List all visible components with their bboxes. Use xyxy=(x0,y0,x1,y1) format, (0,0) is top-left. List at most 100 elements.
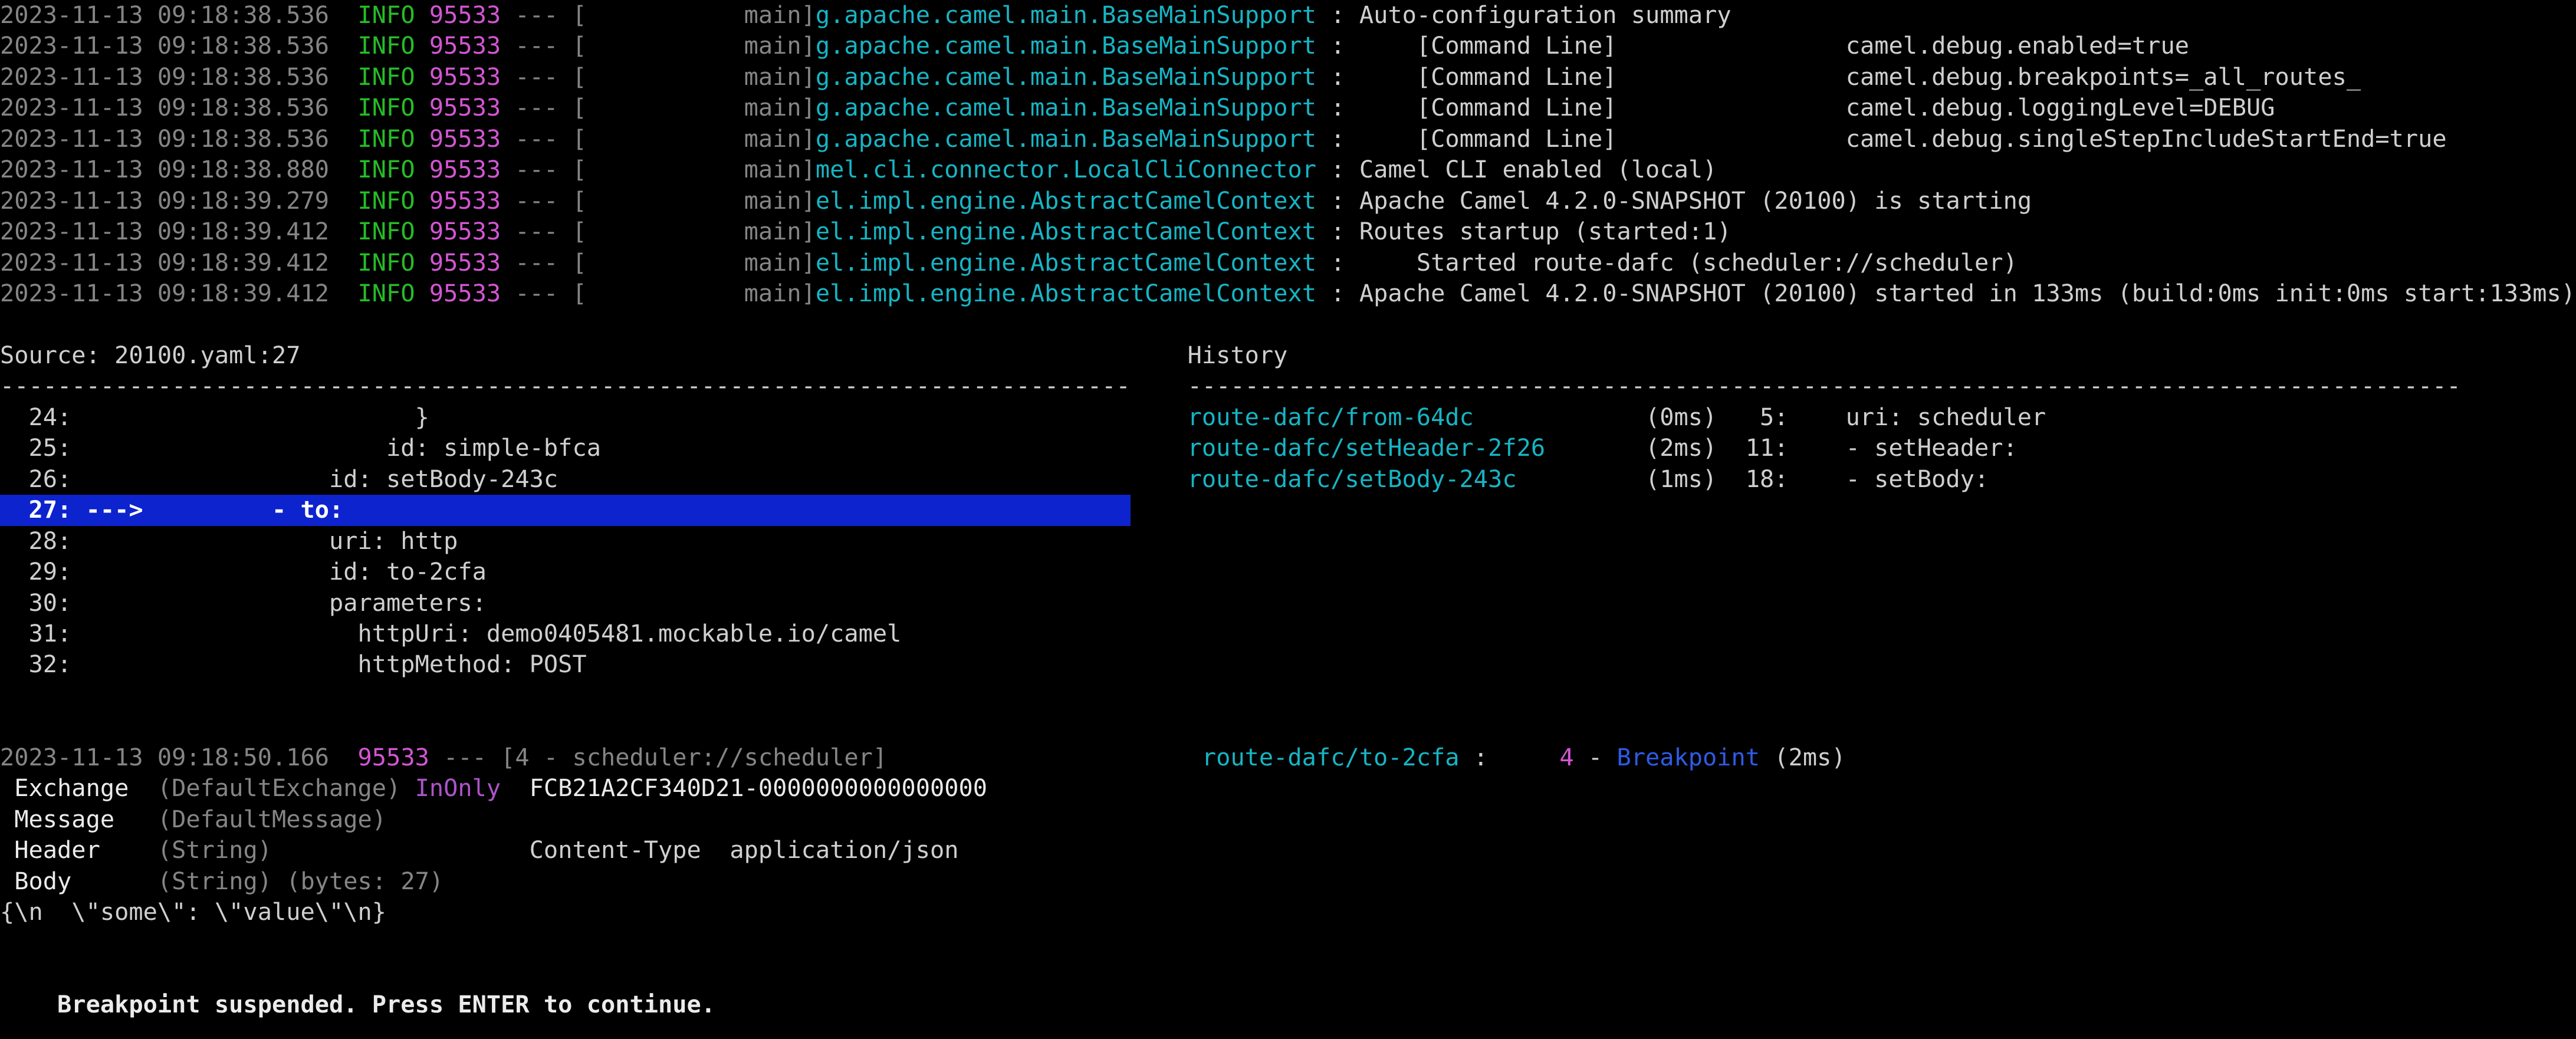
field-type: (String) xyxy=(157,836,272,864)
field-label: Message xyxy=(0,805,114,833)
thread-name: --- [ main] xyxy=(501,249,816,277)
thread-name: --- [4 - scheduler://scheduler] xyxy=(429,744,887,771)
panel-heading: History xyxy=(1188,341,1288,369)
source-code-line: 26: id: setBody-243c xyxy=(0,464,558,495)
process-id: 95533 xyxy=(429,249,501,277)
text-run xyxy=(415,249,429,277)
duration: (0ms) xyxy=(1645,403,1717,431)
terminal-screen[interactable]: 2023-11-13 09:18:38.536 INFO 95533 --- [… xyxy=(0,0,2576,1039)
text-run xyxy=(1488,744,1559,771)
exchange-log-line: 2023-11-13 09:18:50.166 95533 --- [4 - s… xyxy=(0,742,887,773)
thread-name: --- [ main] xyxy=(501,187,816,215)
body-content: {\n \"some\": \"value\"\n} xyxy=(0,898,386,926)
source-code-line: 28: uri: http xyxy=(0,526,458,557)
text-run xyxy=(329,249,358,277)
code-text: } xyxy=(71,403,429,431)
code-text: httpUri: demo0405481.mockable.io/camel xyxy=(71,620,901,647)
history-entry: route-dafc/setHeader-2f26 (2ms) 11: - se… xyxy=(1188,433,2018,463)
process-id: 95533 xyxy=(429,94,501,121)
field-type: (String) xyxy=(157,867,272,895)
breakpoint-label: Breakpoint xyxy=(1616,744,1760,771)
text-run xyxy=(329,125,358,153)
text-run xyxy=(415,1,429,29)
logger-name: g.apache.camel.main.BaseMainSupport xyxy=(816,94,1316,121)
text-run xyxy=(415,125,429,153)
startup-log-line: 2023-11-13 09:18:39.412 INFO 95533 --- [… xyxy=(0,216,1731,247)
startup-log-line: 2023-11-13 09:18:38.536 INFO 95533 --- [… xyxy=(0,93,2275,123)
text-run: : xyxy=(1316,218,1359,245)
text-run xyxy=(329,156,358,183)
text-run: : xyxy=(1316,63,1359,91)
text-run: : xyxy=(1316,125,1359,153)
text-run xyxy=(329,94,358,121)
text-run: : xyxy=(1316,94,1359,121)
logger-name: mel.cli.connector.LocalCliConnector xyxy=(816,156,1316,183)
exchange-row: Header (String) Content-Type application… xyxy=(0,835,959,866)
source-file-reference: Source: 20100.yaml:27 xyxy=(0,341,300,369)
source-code-line: 24: } xyxy=(0,402,429,433)
node-id: route-dafc/setHeader-2f26 xyxy=(1188,434,1546,462)
logger-name: el.impl.engine.AbstractCamelContext xyxy=(816,249,1316,277)
text-run xyxy=(701,836,730,864)
text-run xyxy=(329,63,358,91)
text-run xyxy=(415,218,429,245)
thread-name: --- [ main] xyxy=(501,280,816,307)
node-id: route-dafc/from-64dc xyxy=(1188,403,1474,431)
log-message: Apache Camel 4.2.0-SNAPSHOT (20100) star… xyxy=(1359,280,2575,307)
log-message: [Command Line] camel.debug.breakpoints=_… xyxy=(1359,63,2361,91)
code-text: uri: scheduler xyxy=(1789,403,2046,431)
text-run: : xyxy=(1316,187,1359,215)
line-number: 24: xyxy=(0,403,71,431)
log-level: INFO xyxy=(358,249,415,277)
header-name: Content-Type xyxy=(530,836,701,864)
log-level: INFO xyxy=(358,63,415,91)
source-code-line: 30: parameters: xyxy=(0,588,487,619)
process-id: 95533 xyxy=(429,125,501,153)
startup-log-line: 2023-11-13 09:18:39.412 INFO 95533 --- [… xyxy=(0,278,2575,309)
log-message: Routes startup (started:1) xyxy=(1359,218,1731,245)
line-number: 27: xyxy=(0,496,71,524)
field-type: (DefaultMessage) xyxy=(157,805,386,833)
logger-name: el.impl.engine.AbstractCamelContext xyxy=(816,218,1316,245)
startup-log-line: 2023-11-13 09:18:38.880 INFO 95533 --- [… xyxy=(0,154,1717,185)
source-code-line: 25: id: simple-bfca xyxy=(0,433,601,463)
prompt-message: Breakpoint suspended. Press ENTER to con… xyxy=(0,991,715,1018)
breakpoint-status-line: route-dafc/to-2cfa : 4 - Breakpoint (2ms… xyxy=(1188,742,1846,773)
source-code-line: 31: httpUri: demo0405481.mockable.io/cam… xyxy=(0,619,901,649)
thread-name: --- [ main] xyxy=(501,32,816,60)
exchange-id: FCB21A2CF340D21-0000000000000000 xyxy=(530,774,987,802)
timestamp: 2023-11-13 09:18:38.536 xyxy=(0,63,329,91)
logger-name: el.impl.engine.AbstractCamelContext xyxy=(816,280,1316,307)
log-message: [Command Line] camel.debug.loggingLevel=… xyxy=(1359,94,2275,121)
log-message: Apache Camel 4.2.0-SNAPSHOT (20100) is s… xyxy=(1359,187,2032,215)
text-run xyxy=(400,774,415,802)
text-run xyxy=(415,63,429,91)
log-level: INFO xyxy=(358,156,415,183)
text-run xyxy=(1517,465,1645,493)
thread-name: --- [ main] xyxy=(501,1,816,29)
line-number: 26: xyxy=(0,465,71,493)
thread-name: --- [ main] xyxy=(501,156,816,183)
text-run: : xyxy=(1316,280,1359,307)
timestamp: 2023-11-13 09:18:38.536 xyxy=(0,125,329,153)
process-id: 95533 xyxy=(429,1,501,29)
text-run xyxy=(415,94,429,121)
line-number: 31: xyxy=(0,620,71,647)
process-id: 95533 xyxy=(429,187,501,215)
text-run xyxy=(114,805,157,833)
line-number: 29: xyxy=(0,558,71,586)
logger-name: g.apache.camel.main.BaseMainSupport xyxy=(816,32,1316,60)
timestamp: 2023-11-13 09:18:38.536 xyxy=(0,1,329,29)
log-level: INFO xyxy=(358,280,415,307)
text-run xyxy=(329,187,358,215)
history-panel-title: History xyxy=(1188,340,1288,371)
log-level: INFO xyxy=(358,218,415,245)
process-id: 95533 xyxy=(429,218,501,245)
text-run xyxy=(415,280,429,307)
line-ref: 18: xyxy=(1717,465,1788,493)
history-entry: route-dafc/setBody-243c (1ms) 18: - setB… xyxy=(1188,464,1989,495)
history-entry: route-dafc/from-64dc (0ms) 5: uri: sched… xyxy=(1188,402,2046,433)
text-run xyxy=(415,32,429,60)
log-level: INFO xyxy=(358,125,415,153)
duration: (1ms) xyxy=(1645,465,1717,493)
